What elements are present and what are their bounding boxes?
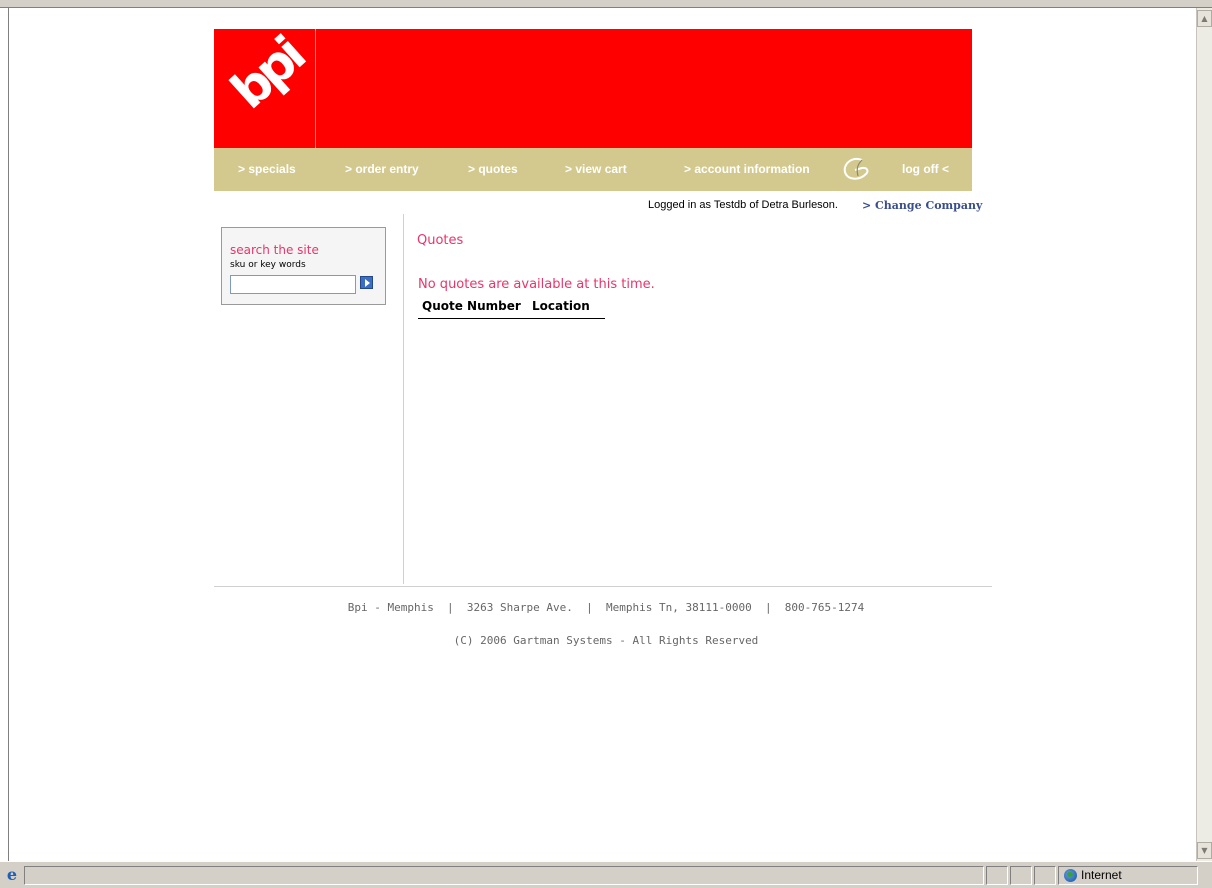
browser-left-border	[0, 8, 9, 861]
logo-text: bpi	[220, 27, 314, 121]
footer-copyright: (C) 2006 Gartman Systems - All Rights Re…	[0, 634, 1212, 647]
search-subtitle: sku or key words	[230, 260, 306, 270]
footer-address: Bpi - Memphis | 3263 Sharpe Ave. | Memph…	[0, 601, 1212, 614]
column-header-location: Location	[532, 299, 590, 313]
nav-order-entry[interactable]: > order entry	[345, 148, 419, 191]
scroll-down-button[interactable]: ▼	[1197, 842, 1212, 859]
column-header-quote-number: Quote Number	[422, 299, 521, 313]
search-title: search the site	[230, 243, 319, 257]
logged-in-text: Logged in as Testdb of Detra Burleson.	[648, 199, 838, 211]
zone-label: Internet	[1081, 868, 1122, 882]
bpi-logo[interactable]: bpi	[214, 27, 316, 148]
ie-icon: e	[6, 865, 18, 884]
nav-view-cart[interactable]: > view cart	[565, 148, 627, 191]
header-banner: bpi	[214, 27, 972, 148]
logo-divider	[315, 29, 316, 148]
security-zone[interactable]: Internet	[1058, 866, 1198, 885]
scroll-up-button[interactable]: ▲	[1197, 10, 1212, 27]
empty-message: No quotes are available at this time.	[418, 277, 655, 292]
browser-top-strip	[0, 0, 1212, 8]
footer-address-text: Bpi - Memphis | 3263 Sharpe Ave. | Memph…	[347, 601, 865, 614]
status-pane	[1010, 866, 1032, 885]
nav-account-information[interactable]: > account information	[684, 148, 810, 191]
nav-specials[interactable]: > specials	[238, 148, 296, 191]
status-text-pane	[24, 866, 984, 885]
column-divider	[403, 214, 404, 584]
search-panel: search the site sku or key words	[221, 227, 386, 305]
browser-statusbar: e Internet	[0, 861, 1212, 888]
globe-icon	[1064, 869, 1077, 882]
footer-divider	[214, 586, 992, 587]
change-company-link[interactable]: > Change Company	[862, 199, 982, 212]
search-input[interactable]	[230, 275, 356, 294]
page-title: Quotes	[417, 233, 464, 248]
main-navbar: > specials > order entry > quotes > view…	[214, 148, 972, 191]
footer-copyright-text: (C) 2006 Gartman Systems - All Rights Re…	[453, 634, 759, 647]
nav-log-off[interactable]: log off <	[902, 148, 949, 191]
vertical-scrollbar[interactable]: ▲ ▼	[1196, 8, 1212, 861]
search-go-button[interactable]	[360, 276, 373, 289]
status-pane	[1034, 866, 1056, 885]
status-pane	[986, 866, 1008, 885]
table-header-rule	[418, 318, 605, 319]
nav-quotes[interactable]: > quotes	[468, 148, 518, 191]
gartman-swirl-icon	[843, 158, 869, 180]
